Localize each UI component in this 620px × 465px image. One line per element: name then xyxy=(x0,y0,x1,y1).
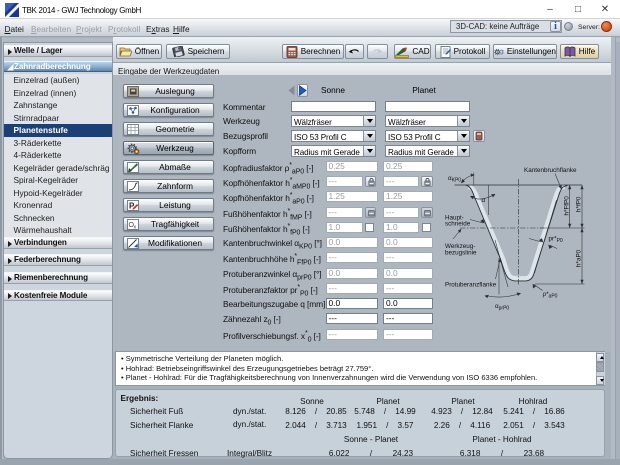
svg-text:h*aP0: h*aP0 xyxy=(576,249,583,267)
svg-text:x: x xyxy=(134,224,137,230)
svg-text:h*fP0: h*fP0 xyxy=(576,196,583,212)
svg-text:schneide: schneide xyxy=(445,221,471,228)
svg-text:Kantenbruchflanke: Kantenbruchflanke xyxy=(524,167,577,174)
svg-text:αprP0: αprP0 xyxy=(495,303,509,312)
svg-text:α: α xyxy=(482,197,486,204)
svg-text:h*FfP0: h*FfP0 xyxy=(564,196,571,216)
svg-text:ρ*aP0: ρ*aP0 xyxy=(543,291,558,300)
svg-text:pr*P0: pr*P0 xyxy=(549,236,563,245)
svg-text:αKP0: αKP0 xyxy=(448,175,461,184)
svg-text:bezugslinie: bezugslinie xyxy=(445,250,477,257)
svg-text:Protuberanzflanke: Protuberanzflanke xyxy=(445,282,497,289)
